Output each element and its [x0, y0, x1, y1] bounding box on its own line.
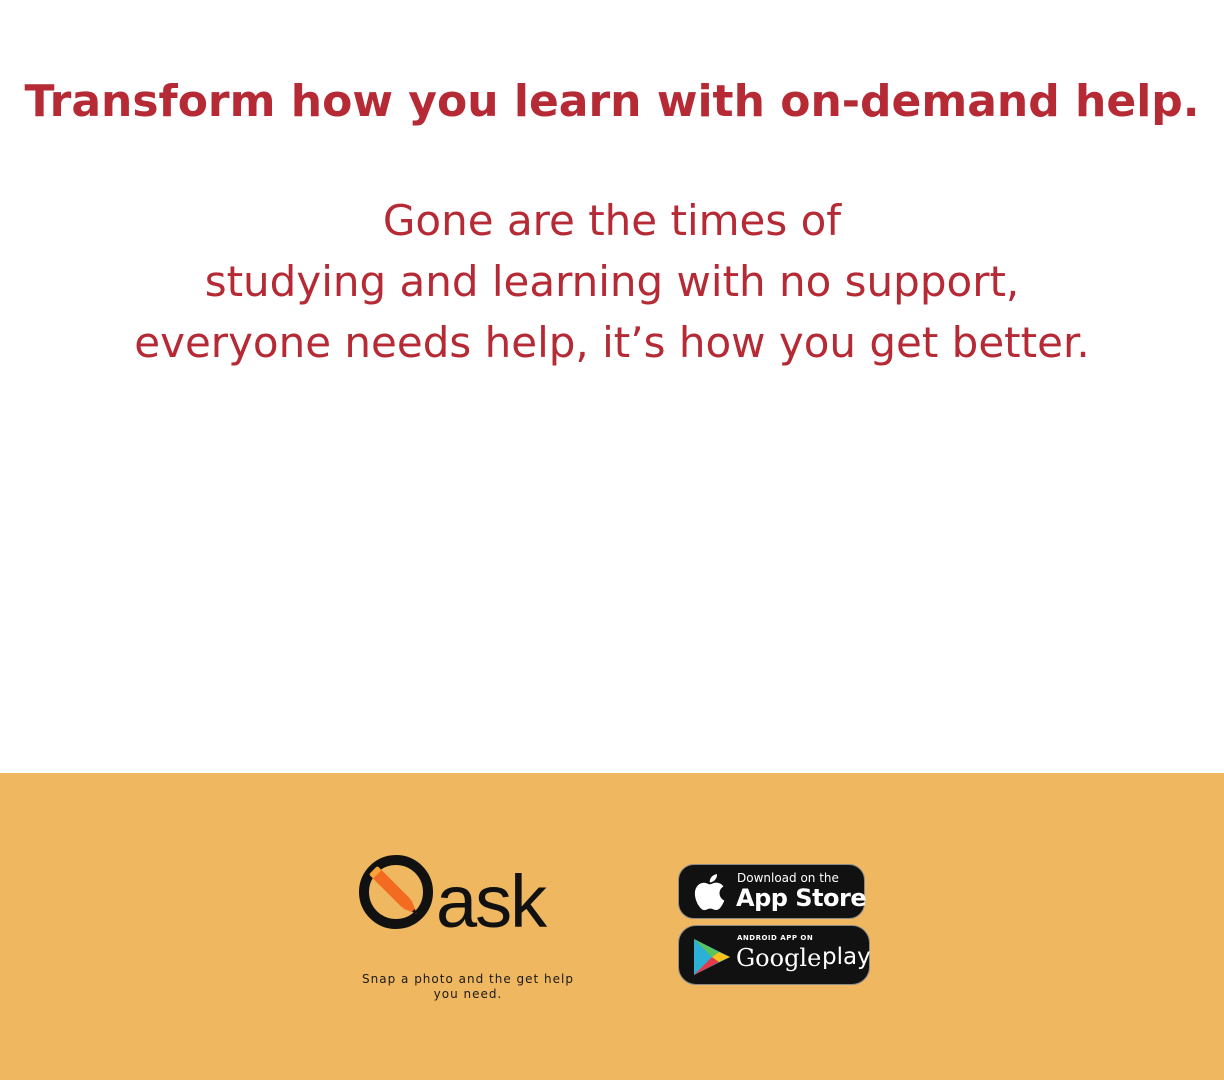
footer-banner: [0, 773, 1224, 1080]
google-play-icon: [694, 939, 730, 975]
google-play-small-label: ANDROID APP ON: [737, 934, 814, 942]
google-play-play-label: play: [822, 944, 871, 970]
google-play-google-label: Google: [736, 944, 822, 972]
google-play-button[interactable]: ANDROID APP ON Google play: [678, 925, 871, 985]
tagline: Snap a photo and the get help you need.: [362, 972, 574, 1001]
body-line-2: studying and learning with no support,: [204, 257, 1020, 306]
qask-logo: ask: [359, 855, 550, 940]
body-line-1: Gone are the times of: [382, 196, 842, 245]
app-store-large-label: App Store: [736, 884, 867, 912]
body-line-3: everyone needs help, it’s how you get be…: [134, 318, 1090, 367]
app-store-button[interactable]: Download on the App Store: [678, 864, 867, 919]
apple-icon: [694, 874, 725, 911]
logo-wordmark: ask: [436, 860, 548, 940]
pencil-icon: [369, 866, 417, 914]
headline: Transform how you learn with on-demand h…: [24, 76, 1200, 127]
body-text: Gone are the times of studying and learn…: [0, 190, 1224, 373]
app-store-small-label: Download on the: [737, 871, 839, 885]
